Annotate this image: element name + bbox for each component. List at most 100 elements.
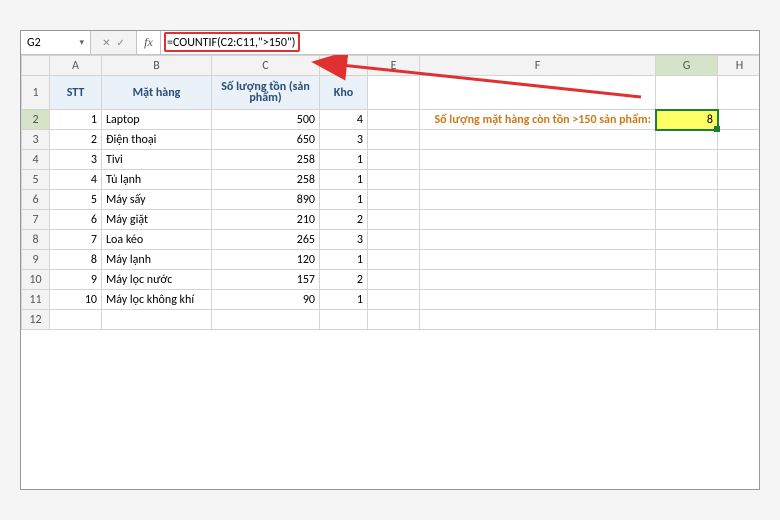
name-box[interactable]: G2 ▾ <box>21 31 91 54</box>
cell[interactable]: 1 <box>320 190 368 210</box>
spreadsheet-grid[interactable]: A B C D E F G H 1STTMặt hàngSố lượng tồn… <box>21 55 759 330</box>
cell[interactable]: 258 <box>212 150 320 170</box>
cell[interactable]: Tủ lạnh <box>102 170 212 190</box>
cell[interactable] <box>420 210 656 230</box>
cell[interactable] <box>656 130 718 150</box>
cell[interactable] <box>368 76 420 110</box>
cell[interactable] <box>718 290 760 310</box>
cell[interactable] <box>718 250 760 270</box>
cell[interactable]: Loa kéo <box>102 230 212 250</box>
row-header[interactable]: 8 <box>22 230 50 250</box>
cell[interactable] <box>368 270 420 290</box>
cell[interactable]: 2 <box>320 270 368 290</box>
cell[interactable] <box>420 270 656 290</box>
cell[interactable] <box>718 210 760 230</box>
cell[interactable]: 1 <box>320 170 368 190</box>
cell[interactable]: 500 <box>212 110 320 130</box>
cell[interactable] <box>656 290 718 310</box>
cell[interactable]: 120 <box>212 250 320 270</box>
row-header[interactable]: 6 <box>22 190 50 210</box>
row-header[interactable]: 11 <box>22 290 50 310</box>
fx-button[interactable]: fx <box>137 31 161 54</box>
cell[interactable] <box>656 170 718 190</box>
cell[interactable]: 1 <box>320 250 368 270</box>
cell[interactable]: Điện thoại <box>102 130 212 150</box>
row-header[interactable]: 1 <box>22 76 50 110</box>
cell[interactable] <box>420 170 656 190</box>
cell[interactable]: 210 <box>212 210 320 230</box>
cell[interactable] <box>656 230 718 250</box>
cell[interactable]: STT <box>50 76 102 110</box>
cell[interactable]: 7 <box>50 230 102 250</box>
cell[interactable] <box>718 150 760 170</box>
cell[interactable] <box>656 76 718 110</box>
row-header[interactable]: 7 <box>22 210 50 230</box>
cell[interactable] <box>368 210 420 230</box>
cell[interactable]: Máy giặt <box>102 210 212 230</box>
cell[interactable] <box>718 230 760 250</box>
cell[interactable]: 6 <box>50 210 102 230</box>
cell[interactable] <box>368 190 420 210</box>
cell[interactable] <box>368 150 420 170</box>
cell[interactable] <box>368 130 420 150</box>
cell[interactable]: 8 <box>50 250 102 270</box>
cell[interactable]: 650 <box>212 130 320 150</box>
cell[interactable]: 2 <box>320 210 368 230</box>
col-header-H[interactable]: H <box>718 56 760 76</box>
formula-input-wrap[interactable]: =COUNTIF(C2:C11,">150") <box>161 31 759 54</box>
row-header[interactable]: 9 <box>22 250 50 270</box>
cell[interactable]: Máy lạnh <box>102 250 212 270</box>
cell[interactable] <box>656 250 718 270</box>
cell[interactable]: Kho <box>320 76 368 110</box>
cell[interactable] <box>420 76 656 110</box>
chevron-down-icon[interactable]: ▾ <box>79 37 84 48</box>
cell[interactable] <box>420 190 656 210</box>
cell[interactable] <box>368 250 420 270</box>
cell[interactable]: 1 <box>50 110 102 130</box>
cell[interactable]: 265 <box>212 230 320 250</box>
cancel-icon[interactable]: ✕ <box>102 36 110 49</box>
cell[interactable] <box>320 310 368 330</box>
cell[interactable]: 10 <box>50 290 102 310</box>
cell[interactable] <box>368 170 420 190</box>
enter-icon[interactable]: ✓ <box>117 36 125 49</box>
cell[interactable]: Máy lọc nước <box>102 270 212 290</box>
cell[interactable]: 890 <box>212 190 320 210</box>
cell[interactable]: 157 <box>212 270 320 290</box>
cell[interactable]: Máy sấy <box>102 190 212 210</box>
cell[interactable] <box>718 310 760 330</box>
cell[interactable]: 3 <box>320 230 368 250</box>
cell[interactable]: 258 <box>212 170 320 190</box>
cell[interactable]: Mặt hàng <box>102 76 212 110</box>
cell[interactable] <box>420 130 656 150</box>
cell[interactable]: 1 <box>320 290 368 310</box>
cell[interactable] <box>102 310 212 330</box>
cell[interactable]: 4 <box>50 170 102 190</box>
cell[interactable] <box>656 210 718 230</box>
cell[interactable] <box>368 230 420 250</box>
cell[interactable] <box>368 290 420 310</box>
row-header[interactable]: 4 <box>22 150 50 170</box>
cell[interactable] <box>718 130 760 150</box>
grid-area[interactable]: A B C D E F G H 1STTMặt hàngSố lượng tồn… <box>21 55 759 489</box>
cell[interactable] <box>368 310 420 330</box>
row-header[interactable]: 5 <box>22 170 50 190</box>
col-header-A[interactable]: A <box>50 56 102 76</box>
cell[interactable] <box>420 150 656 170</box>
cell[interactable]: 1 <box>320 150 368 170</box>
col-header-F[interactable]: F <box>420 56 656 76</box>
result-cell[interactable]: 8 <box>656 110 718 130</box>
cell[interactable] <box>50 310 102 330</box>
cell[interactable]: 3 <box>320 130 368 150</box>
cell[interactable] <box>718 110 760 130</box>
cell[interactable]: Laptop <box>102 110 212 130</box>
cell[interactable]: Tivi <box>102 150 212 170</box>
side-label-cell[interactable]: Số lượng mặt hàng còn tồn >150 sản phẩm: <box>420 110 656 130</box>
cell[interactable] <box>718 270 760 290</box>
col-header-D[interactable]: D <box>320 56 368 76</box>
cell[interactable]: 9 <box>50 270 102 290</box>
cell[interactable] <box>718 190 760 210</box>
cell[interactable] <box>420 310 656 330</box>
row-header[interactable]: 3 <box>22 130 50 150</box>
cell[interactable] <box>656 270 718 290</box>
